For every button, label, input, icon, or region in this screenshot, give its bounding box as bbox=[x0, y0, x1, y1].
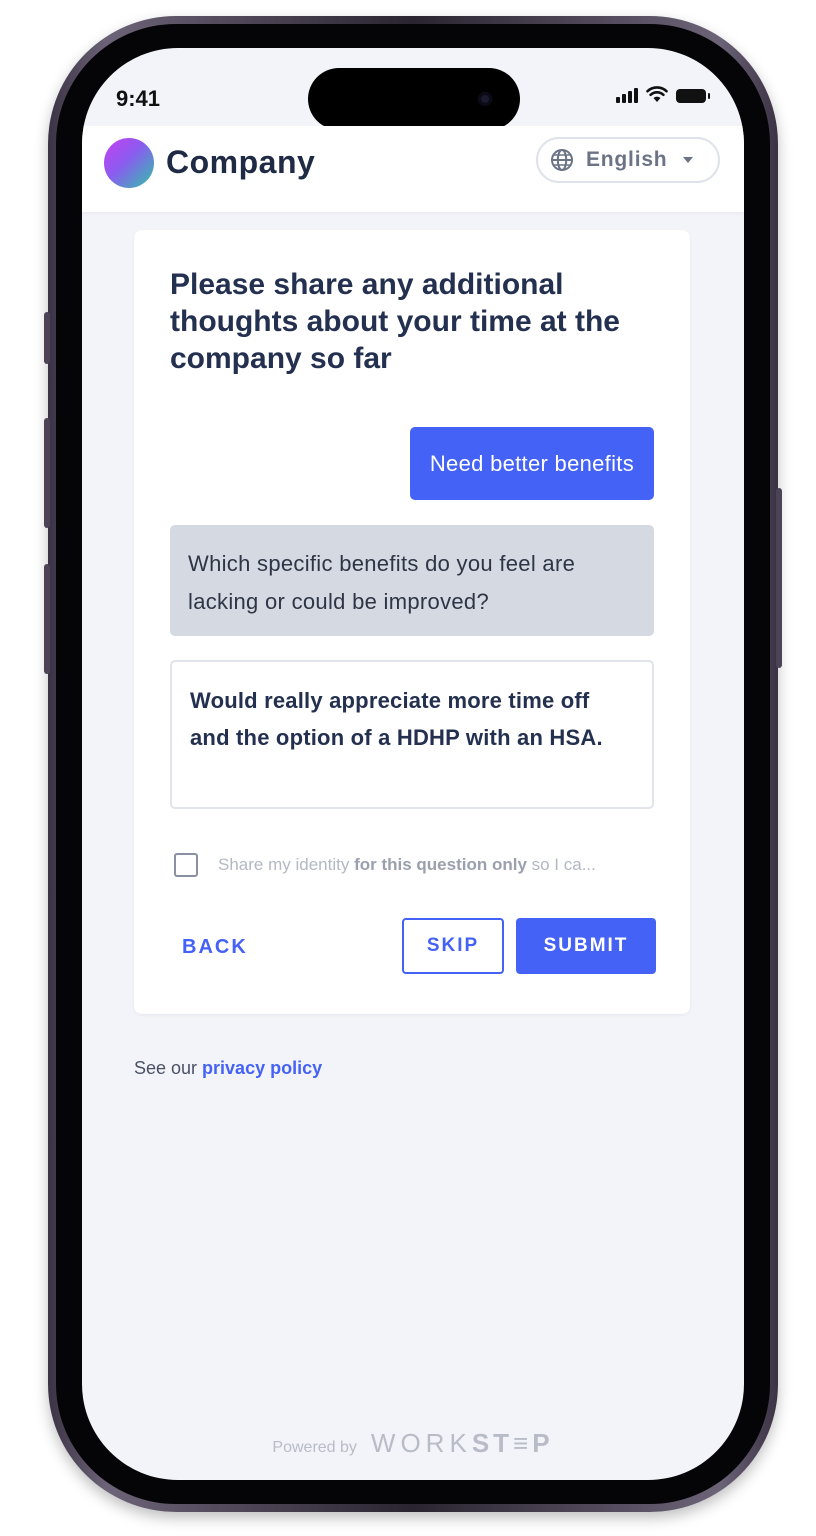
language-selected-label: English bbox=[586, 148, 668, 171]
status-icons bbox=[616, 81, 710, 103]
answer-textarea[interactable]: Would really appreciate more time off an… bbox=[170, 660, 654, 809]
status-time: 9:41 bbox=[116, 86, 161, 111]
chevron-down-icon bbox=[683, 157, 694, 163]
cellular-signal-icon bbox=[616, 87, 638, 103]
share-identity-checkbox[interactable] bbox=[174, 853, 198, 877]
privacy-policy-link[interactable]: privacy policy bbox=[202, 1058, 322, 1078]
survey-card: Please share any additional thoughts abo… bbox=[134, 230, 690, 1014]
question-title: Please share any additional thoughts abo… bbox=[170, 268, 620, 375]
user-reply-bubble: Need better benefits bbox=[409, 427, 654, 500]
phone-volume-down-button bbox=[44, 564, 50, 674]
share-identity-label-part2: so I ca... bbox=[526, 855, 596, 874]
skip-button[interactable]: SKIP bbox=[402, 918, 504, 974]
workstep-logo-bold: ST≡P bbox=[471, 1428, 554, 1458]
wifi-icon bbox=[646, 86, 668, 102]
dynamic-island bbox=[308, 68, 520, 130]
share-identity-label: Share my identity for this question only… bbox=[218, 855, 654, 875]
share-identity-label-part1: Share my identity bbox=[218, 855, 355, 874]
submit-button[interactable]: SUBMIT bbox=[516, 918, 656, 974]
workstep-logo[interactable]: WORKST≡P bbox=[371, 1428, 554, 1459]
back-button[interactable]: BACK bbox=[182, 936, 248, 959]
share-identity-label-bold: for this question only bbox=[354, 855, 527, 874]
language-selector[interactable]: English bbox=[536, 137, 720, 183]
phone-screen: 9:41 Company English Please share any ad… bbox=[82, 48, 744, 1480]
company-logo bbox=[104, 138, 154, 188]
globe-icon bbox=[551, 149, 573, 171]
company-name: Company bbox=[166, 144, 316, 180]
privacy-prefix: See our bbox=[134, 1058, 203, 1078]
powered-by-footer: Powered by WORKST≡P bbox=[82, 1428, 744, 1459]
powered-by-label: Powered by bbox=[272, 1439, 357, 1456]
follow-up-prompt-bubble: Which specific benefits do you feel are … bbox=[170, 525, 654, 636]
app-header: Company English bbox=[82, 126, 744, 212]
phone-power-button bbox=[776, 488, 782, 668]
identity-option-row[interactable]: Share my identity for this question only… bbox=[174, 850, 654, 880]
privacy-notice: See our privacy policy bbox=[134, 1058, 322, 1079]
workstep-logo-light: WORK bbox=[370, 1428, 472, 1458]
phone-volume-up-button bbox=[44, 418, 50, 528]
battery-icon bbox=[676, 89, 710, 103]
front-camera-icon bbox=[478, 92, 492, 106]
phone-action-button bbox=[44, 312, 50, 364]
